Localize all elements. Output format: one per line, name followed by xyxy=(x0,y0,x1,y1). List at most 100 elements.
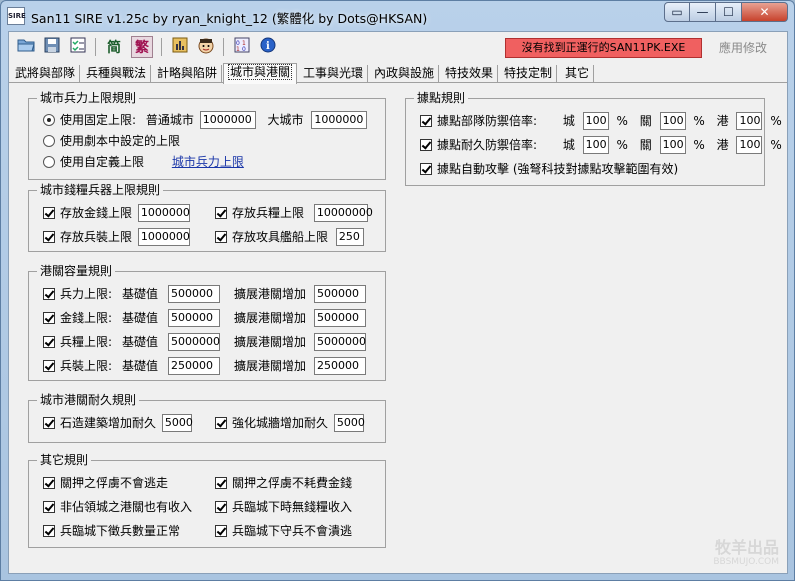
percent-label: % xyxy=(616,114,628,128)
option-custom-label: 使用自定義上限 xyxy=(60,155,145,169)
window-title: San11 SIRE v1.25c by ryan_knight_12 (繁體化… xyxy=(31,11,428,26)
restore-button[interactable]: ▭ xyxy=(664,2,690,22)
group-title: 據點規則 xyxy=(414,91,469,105)
character-icon[interactable] xyxy=(195,36,217,58)
settings-icon[interactable]: 0110 xyxy=(231,36,253,58)
city-troop-limit-group: 城市兵力上限規則 使用固定上限: 普通城市 1000000 大城市 100000… xyxy=(28,91,386,180)
siege-limit-checkbox[interactable] xyxy=(215,231,227,243)
base-label: 基礎值 xyxy=(122,335,159,349)
option-scenario-label: 使用劇本中設定的上限 xyxy=(60,134,181,148)
gold-cap-label: 金錢上限: xyxy=(60,311,113,325)
siege-no-rout-checkbox[interactable] xyxy=(215,525,227,537)
city-label: 城 xyxy=(562,138,575,152)
traditional-icon[interactable]: 繁 xyxy=(131,36,153,58)
port-capacity-row: 兵裝上限: 基礎值 250000 擴展港關增加 250000 xyxy=(43,357,366,375)
client-area: 简 繁 0110 i 沒有找到正運行的SAN11PK.EXE 應用修改 武將與部… xyxy=(8,31,788,574)
percent-label: % xyxy=(693,114,705,128)
tab-skill-custom[interactable]: 特技定制 xyxy=(500,65,558,83)
app-window: SIRE San11 SIRE v1.25c by ryan_knight_12… xyxy=(0,0,795,581)
stronghold-defense-row: 據點部隊防禦倍率: 城 100 % 關 100 % 港 100 % xyxy=(420,112,782,130)
tab-cities-ports[interactable]: 城市與港關 xyxy=(223,63,298,84)
open-folder-icon[interactable] xyxy=(15,36,37,58)
food-cap-base-input[interactable]: 5000000 xyxy=(168,333,220,351)
gold-limit-input[interactable]: 1000000 xyxy=(137,204,190,222)
durability-gate-input[interactable]: 100 xyxy=(659,136,686,154)
equip-cap-label: 兵裝上限: xyxy=(60,359,113,373)
food-cap-expand-input[interactable]: 5000000 xyxy=(314,333,366,351)
stronghold-durability-label: 據點耐久防禦倍率: xyxy=(437,138,538,152)
wall-durability-input[interactable]: 5000 xyxy=(333,414,365,432)
other-rule-item: 關押之俘虜不耗費金錢 xyxy=(215,474,352,492)
durability-group: 城市港關耐久規則 石造建築增加耐久 5000 強化城牆增加耐久 5000 xyxy=(28,393,386,443)
siege-recruit-normal-checkbox[interactable] xyxy=(43,525,55,537)
tab-skill-effects[interactable]: 特技效果 xyxy=(441,65,499,83)
troop-cap-base-input[interactable]: 500000 xyxy=(168,285,220,303)
tab-troops[interactable]: 兵種與戰法 xyxy=(82,65,152,83)
maximize-button[interactable]: ☐ xyxy=(716,2,742,22)
tab-other[interactable]: 其它 xyxy=(561,65,595,83)
base-label: 基礎值 xyxy=(122,359,159,373)
apply-button[interactable]: 應用修改 xyxy=(709,38,777,58)
equip-limit-checkbox[interactable] xyxy=(43,231,55,243)
stronghold-durability-checkbox[interactable] xyxy=(420,139,432,151)
defense-gate-input[interactable]: 100 xyxy=(659,112,686,130)
food-limit-checkbox[interactable] xyxy=(215,207,227,219)
troop-cap-expand-input[interactable]: 500000 xyxy=(314,285,366,303)
auto-attack-row: 據點自動攻擊 (強弩科技對據點攻擊範圍有效) xyxy=(420,160,678,178)
food-limit-input[interactable]: 10000000 xyxy=(313,204,373,222)
stats-icon[interactable] xyxy=(169,36,191,58)
save-icon[interactable] xyxy=(41,36,63,58)
defense-city-input[interactable]: 100 xyxy=(582,112,609,130)
option-custom-row: 使用自定義上限 城市兵力上限 xyxy=(43,153,244,171)
gold-cap-base-input[interactable]: 500000 xyxy=(168,309,220,327)
gold-limit-checkbox[interactable] xyxy=(43,207,55,219)
group-title: 城市兵力上限規則 xyxy=(37,91,140,105)
tab-administration[interactable]: 內政與設施 xyxy=(370,65,440,83)
group-title: 城市港關耐久規則 xyxy=(37,393,140,407)
defense-port-input[interactable]: 100 xyxy=(736,112,763,130)
custom-limit-link[interactable]: 城市兵力上限 xyxy=(172,153,244,171)
prisoner-no-escape-checkbox[interactable] xyxy=(43,477,55,489)
title-bar[interactable]: SIRE San11 SIRE v1.25c by ryan_knight_12… xyxy=(1,1,794,31)
equip-cap-expand-input[interactable]: 250000 xyxy=(314,357,366,375)
other-rule-label: 非佔領城之港關也有收入 xyxy=(60,500,193,514)
big-city-input[interactable]: 1000000 xyxy=(311,111,368,129)
food-cap-checkbox[interactable] xyxy=(43,336,55,348)
base-label: 基礎值 xyxy=(122,287,159,301)
equip-limit-input[interactable]: 1000000 xyxy=(137,228,190,246)
radio-custom-limit[interactable] xyxy=(43,156,55,168)
gold-cap-expand-input[interactable]: 500000 xyxy=(314,309,366,327)
status-box: 沒有找到正運行的SAN11PK.EXE xyxy=(505,38,702,58)
app-icon: SIRE xyxy=(7,7,26,25)
durability-port-input[interactable]: 100 xyxy=(736,136,763,154)
port-income-checkbox[interactable] xyxy=(43,501,55,513)
auto-attack-label: 據點自動攻擊 (強弩科技對據點攻擊範圍有效) xyxy=(437,162,679,176)
tab-generals[interactable]: 武將與部隊 xyxy=(11,65,81,83)
prisoner-no-cost-checkbox[interactable] xyxy=(215,477,227,489)
equip-cap-checkbox[interactable] xyxy=(43,360,55,372)
simplified-icon[interactable]: 简 xyxy=(103,36,125,58)
wall-durability-label: 強化城牆增加耐久 xyxy=(232,416,329,430)
stone-durability-input[interactable]: 5000 xyxy=(161,414,193,432)
close-button[interactable]: ✕ xyxy=(742,2,788,22)
gold-cap-checkbox[interactable] xyxy=(43,312,55,324)
minimize-button[interactable]: — xyxy=(690,2,716,22)
troop-cap-checkbox[interactable] xyxy=(43,288,55,300)
normal-city-input[interactable]: 1000000 xyxy=(199,111,256,129)
info-icon[interactable]: i xyxy=(257,36,279,58)
siege-limit-input[interactable]: 250 xyxy=(335,228,364,246)
toolbar-separator xyxy=(223,38,224,56)
radio-fixed-limit[interactable] xyxy=(43,114,55,126)
base-label: 基礎值 xyxy=(122,311,159,325)
durability-city-input[interactable]: 100 xyxy=(582,136,609,154)
siege-no-income-checkbox[interactable] xyxy=(215,501,227,513)
checklist-icon[interactable] xyxy=(67,36,89,58)
radio-scenario-limit[interactable] xyxy=(43,135,55,147)
auto-attack-checkbox[interactable] xyxy=(420,163,432,175)
stone-durability-checkbox[interactable] xyxy=(43,417,55,429)
equip-cap-base-input[interactable]: 250000 xyxy=(168,357,220,375)
tab-strategies[interactable]: 計略與陷阱 xyxy=(153,65,223,83)
tab-structures[interactable]: 工事與光環 xyxy=(299,65,369,83)
wall-durability-checkbox[interactable] xyxy=(215,417,227,429)
stronghold-defense-checkbox[interactable] xyxy=(420,115,432,127)
